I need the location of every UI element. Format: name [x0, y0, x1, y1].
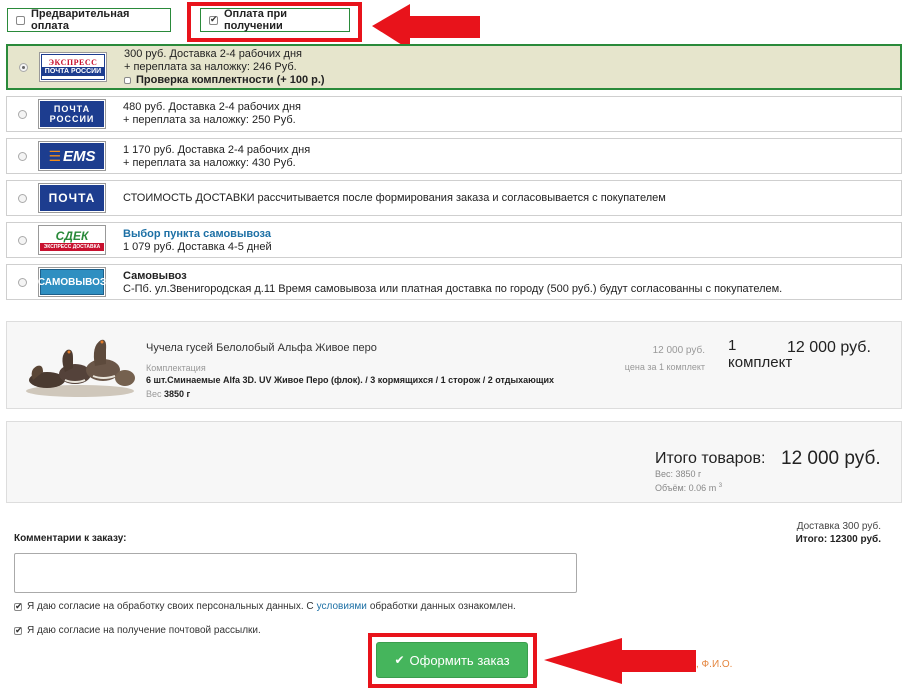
- delivery-option-self-pickup[interactable]: САМОВЫВОЗ Самовывоз С-Пб. ул.Звенигородс…: [6, 264, 902, 300]
- check-icon: ✔: [394, 653, 405, 667]
- summary-value: 12 000 руб.: [781, 448, 881, 469]
- newsletter-consent[interactable]: Я даю согласие на получение почтовой рас…: [14, 625, 261, 636]
- fio-fragment: , Ф.И.О.: [696, 659, 733, 670]
- russian-post-logo: ПОЧТА РОССИИ: [38, 99, 106, 129]
- summary-weight: Вес: 3850 г: [655, 469, 702, 479]
- summary-volume: Объём: 0.06 m 3: [655, 483, 723, 493]
- newsletter-checkbox[interactable]: [14, 625, 23, 636]
- cart-item: Чучела гусей Белолобый Альфа Живое перо …: [6, 321, 902, 409]
- prepay-tab[interactable]: Предварительная оплата: [7, 8, 171, 32]
- grand-total: Итого: 12300 руб.: [795, 534, 881, 545]
- order-summary: Итого товаров: 12 000 руб. Вес: 3850 г О…: [6, 421, 902, 503]
- cod-highlight-frame: [187, 2, 362, 42]
- delivery-option-ems[interactable]: ☰ EMS 1 170 руб. Доставка 2-4 рабочих дн…: [6, 138, 902, 174]
- personal-data-consent[interactable]: Я даю согласие на обработку своих персон…: [14, 601, 516, 612]
- delivery-radio[interactable]: [18, 236, 27, 245]
- delivery-note: С-Пб. ул.Звенигородская д.11 Время самов…: [123, 283, 783, 295]
- delivery-option-express[interactable]: ЭКСПРЕСС ПОЧТА РОССИИ 300 руб. Доставка …: [6, 44, 902, 90]
- prepay-label: Предварительная оплата: [31, 8, 130, 32]
- delivery-note: СТОИМОСТЬ ДОСТАВКИ рассчитывается после …: [123, 192, 666, 204]
- goose-decoys-image[interactable]: [25, 336, 135, 398]
- quantity-unit: комплект: [728, 354, 793, 371]
- ems-logo: ☰ EMS: [38, 141, 106, 171]
- completeness-check-option[interactable]: Проверка комплектности (+ 100 р.): [124, 74, 325, 87]
- personal-data-checkbox[interactable]: [14, 601, 23, 612]
- completeness-checkbox[interactable]: [124, 77, 131, 84]
- delivery-price: 480 руб. Доставка 2-4 рабочих дня: [123, 101, 301, 113]
- quantity-number: 1: [728, 337, 737, 354]
- post-logo: ПОЧТА: [38, 183, 106, 213]
- delivery-option-cdek[interactable]: СДЕК ЭКСПРЕСС ДОСТАВКА Выбор пункта само…: [6, 222, 902, 258]
- cdek-logo: СДЕК ЭКСПРЕСС ДОСТАВКА: [38, 225, 106, 255]
- unit-price: 12 000 руб.: [652, 345, 705, 356]
- express-russian-post-logo: ЭКСПРЕСС ПОЧТА РОССИИ: [39, 52, 107, 82]
- terms-link[interactable]: условиями: [317, 601, 367, 612]
- delivery-cost: Доставка 300 руб.: [796, 521, 881, 532]
- place-order-button[interactable]: ✔ Оформить заказ: [376, 642, 528, 678]
- pickup-point-link[interactable]: Выбор пункта самовывоза: [123, 228, 272, 241]
- summary-label: Итого товаров:: [655, 450, 766, 467]
- weight-value: 3850 г: [164, 389, 191, 399]
- comment-textarea[interactable]: [14, 553, 577, 593]
- comment-label: Комментарии к заказу:: [14, 533, 127, 544]
- delivery-cod-fee: + переплата за наложку: 246 Руб.: [124, 61, 297, 73]
- delivery-radio[interactable]: [18, 194, 27, 203]
- delivery-radio[interactable]: [18, 278, 27, 287]
- self-pickup-logo: САМОВЫВОЗ: [38, 267, 106, 297]
- red-arrow-icon: [544, 638, 696, 684]
- delivery-cod-fee: + переплата за наложку: 430 Руб.: [123, 157, 296, 169]
- delivery-radio[interactable]: [18, 152, 27, 161]
- delivery-option-post[interactable]: ПОЧТА СТОИМОСТЬ ДОСТАВКИ рассчитывается …: [6, 180, 902, 216]
- spec-value: 6 шт.Сминаемые Alfa 3D. UV Живое Перо (ф…: [146, 375, 555, 385]
- delivery-option-russian-post[interactable]: ПОЧТА РОССИИ 480 руб. Доставка 2-4 рабоч…: [6, 96, 902, 132]
- prepay-checkbox[interactable]: [16, 15, 25, 25]
- unit-price-note: цена за 1 комплект: [624, 362, 705, 372]
- delivery-price: 1 079 руб. Доставка 4-5 дней: [123, 241, 272, 253]
- weight-label: Вес: [146, 389, 162, 399]
- product-name[interactable]: Чучела гусей Белолобый Альфа Живое перо: [146, 342, 377, 354]
- item-total: 12 000 руб.: [787, 339, 871, 356]
- delivery-radio[interactable]: [19, 63, 28, 72]
- delivery-price: 1 170 руб. Доставка 2-4 рабочих дня: [123, 144, 311, 156]
- spec-label: Комплектация: [146, 363, 206, 373]
- delivery-price: 300 руб. Доставка 2-4 рабочих дня: [124, 48, 302, 60]
- delivery-cod-fee: + переплата за наложку: 250 Руб.: [123, 114, 296, 126]
- delivery-radio[interactable]: [18, 110, 27, 119]
- delivery-title: Самовывоз: [123, 270, 187, 282]
